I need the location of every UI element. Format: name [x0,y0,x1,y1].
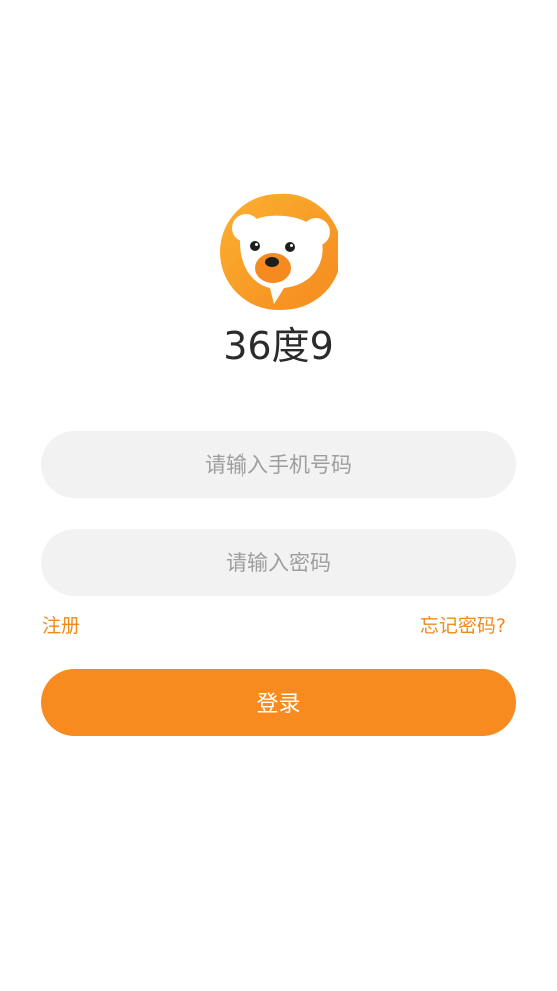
phone-input[interactable] [41,431,516,498]
forgot-password-link[interactable]: 忘记密码? [420,612,506,640]
password-input[interactable] [41,529,516,596]
phone-field[interactable] [41,431,516,498]
bear-logo-icon [218,192,338,312]
password-field[interactable] [41,529,516,596]
app-name: 36度9 [223,324,334,368]
text-cursor [242,453,243,477]
login-button[interactable]: 登录 [41,669,516,736]
register-link[interactable]: 注册 [42,612,80,640]
